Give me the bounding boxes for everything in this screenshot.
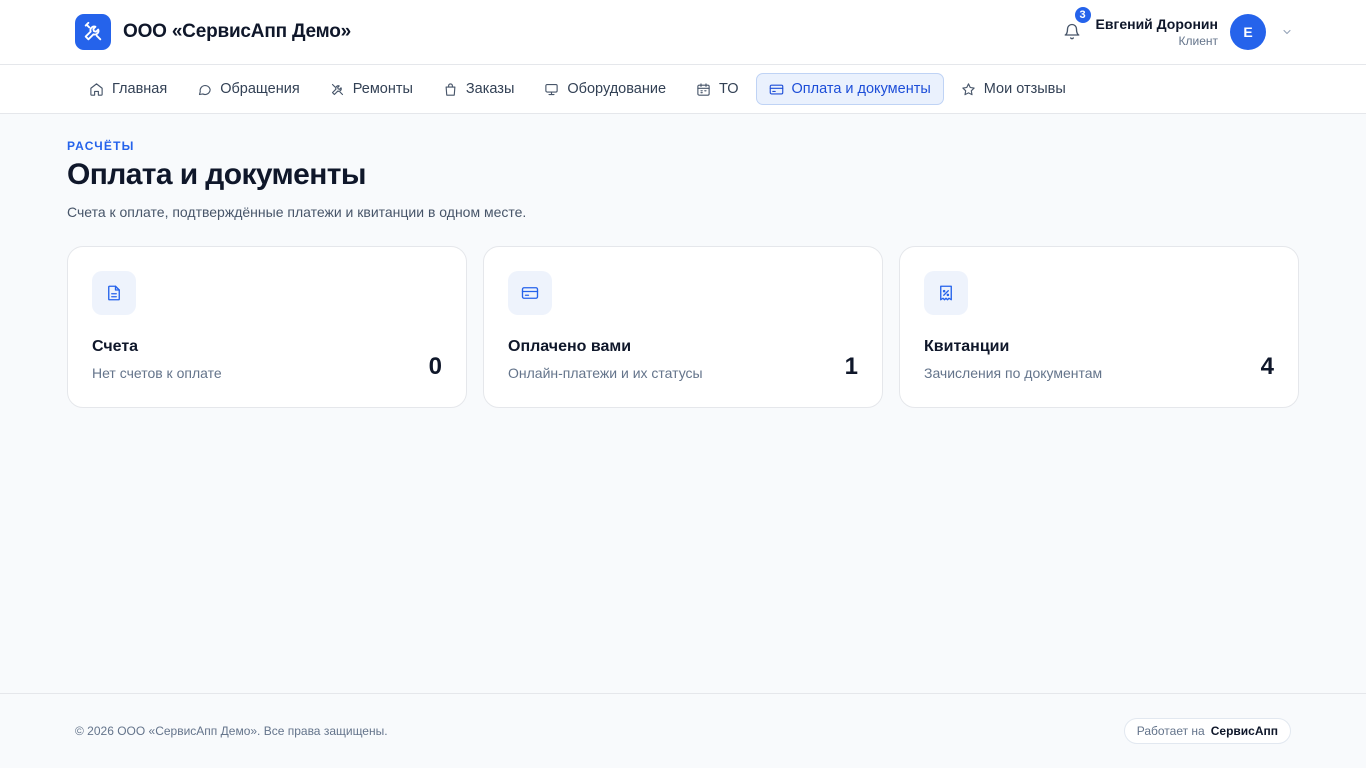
bell-icon (1064, 23, 1079, 40)
page-title: Оплата и документы (67, 158, 366, 191)
shopping-bag-icon (445, 82, 456, 96)
card-invoices[interactable]: Счета Нет счетов к оплате 0 (67, 246, 467, 408)
nav-item-label: Главная (112, 81, 168, 97)
nav-item-requests[interactable]: Обращения (184, 73, 313, 105)
nav-item-equipment[interactable]: Оборудование (531, 73, 679, 105)
top-header: ООО «СервисАпп Демо» 3 Евгений Доронин К… (0, 0, 1366, 65)
card-subtitle: Онлайн-платежи и их статусы (508, 365, 703, 381)
powered-by-brand: СервисАпп (1210, 724, 1278, 738)
card-receipts[interactable]: Квитанции Зачисления по документам 4 (899, 246, 1299, 408)
user-name: Евгений Доронин (1095, 16, 1218, 32)
page-subtitle: Счета к оплате, подтверждённые платежи и… (67, 204, 527, 220)
powered-by-label: Работает на (1136, 724, 1205, 738)
nav-item-reviews[interactable]: Мои отзывы (948, 73, 1079, 105)
credit-card-icon (769, 84, 783, 94)
card-icon-container (508, 271, 552, 315)
page-eyebrow: РАСЧЁТЫ (67, 139, 135, 153)
nav-item-payments[interactable]: Оплата и документы (755, 73, 944, 105)
card-icon-container (924, 271, 968, 315)
home-icon (90, 82, 103, 96)
card-paid[interactable]: Оплачено вами Онлайн-платежи и их статус… (483, 246, 883, 408)
company-name: ООО «СервисАпп Демо» (123, 21, 352, 42)
nav-item-label: Заказы (465, 81, 515, 97)
nav-item-label: Мои отзывы (983, 81, 1066, 97)
user-info[interactable]: Евгений Доронин Клиент (1096, 15, 1218, 49)
calendar-icon (697, 82, 710, 96)
notification-badge: 3 (1072, 5, 1093, 25)
nav-item-orders[interactable]: Заказы (430, 73, 527, 105)
card-count: 1 (844, 353, 858, 380)
user-menu-toggle[interactable] (1280, 25, 1294, 39)
monitor-icon (545, 83, 559, 95)
user-area: 3 Евгений Доронин Клиент Е (1060, 5, 1294, 52)
avatar[interactable]: Е (1230, 14, 1266, 50)
nav-item-label: Оборудование (567, 81, 667, 97)
document-icon (108, 285, 120, 301)
notifications-button[interactable]: 3 (1060, 5, 1093, 44)
card-title: Квитанции (924, 338, 1010, 355)
card-count: 0 (428, 353, 442, 380)
user-role: Клиент (1178, 34, 1219, 48)
card-title: Счета (92, 338, 139, 355)
nav-item-label: Ремонты (352, 81, 413, 97)
card-title: Оплачено вами (508, 338, 632, 355)
nav-item-home[interactable]: Главная (76, 73, 180, 105)
chat-icon (199, 84, 211, 95)
nav-item-label: ТО (719, 81, 739, 97)
summary-cards: Счета Нет счетов к оплате 0 Оплачено вам… (67, 246, 1299, 408)
card-subtitle: Нет счетов к оплате (92, 365, 222, 381)
chevron-down-icon (1283, 29, 1291, 35)
nav-item-maintenance[interactable]: ТО (683, 73, 751, 105)
nav-item-label: Обращения (220, 81, 300, 97)
copyright: © 2026 ООО «СервисАпп Демо». Все права з… (75, 724, 388, 738)
nav-item-label: Оплата и документы (791, 81, 931, 97)
tools-icon (331, 83, 343, 95)
card-icon-container (92, 271, 136, 315)
main-navigation: Главная Обращения Ремонты Заказы Оборудо… (0, 65, 1366, 114)
brand[interactable]: ООО «СервисАпп Демо» (75, 14, 351, 50)
star-icon (962, 82, 975, 95)
nav-item-repairs[interactable]: Ремонты (317, 73, 426, 105)
footer: © 2026 ООО «СервисАпп Демо». Все права з… (0, 693, 1366, 768)
receipt-icon (940, 285, 952, 301)
card-subtitle: Зачисления по документам (924, 365, 1103, 381)
tools-logo-icon (75, 14, 111, 50)
card-count: 4 (1260, 353, 1274, 380)
powered-by-badge[interactable]: Работает на СервисАпп (1123, 718, 1291, 744)
credit-card-icon (521, 287, 539, 299)
